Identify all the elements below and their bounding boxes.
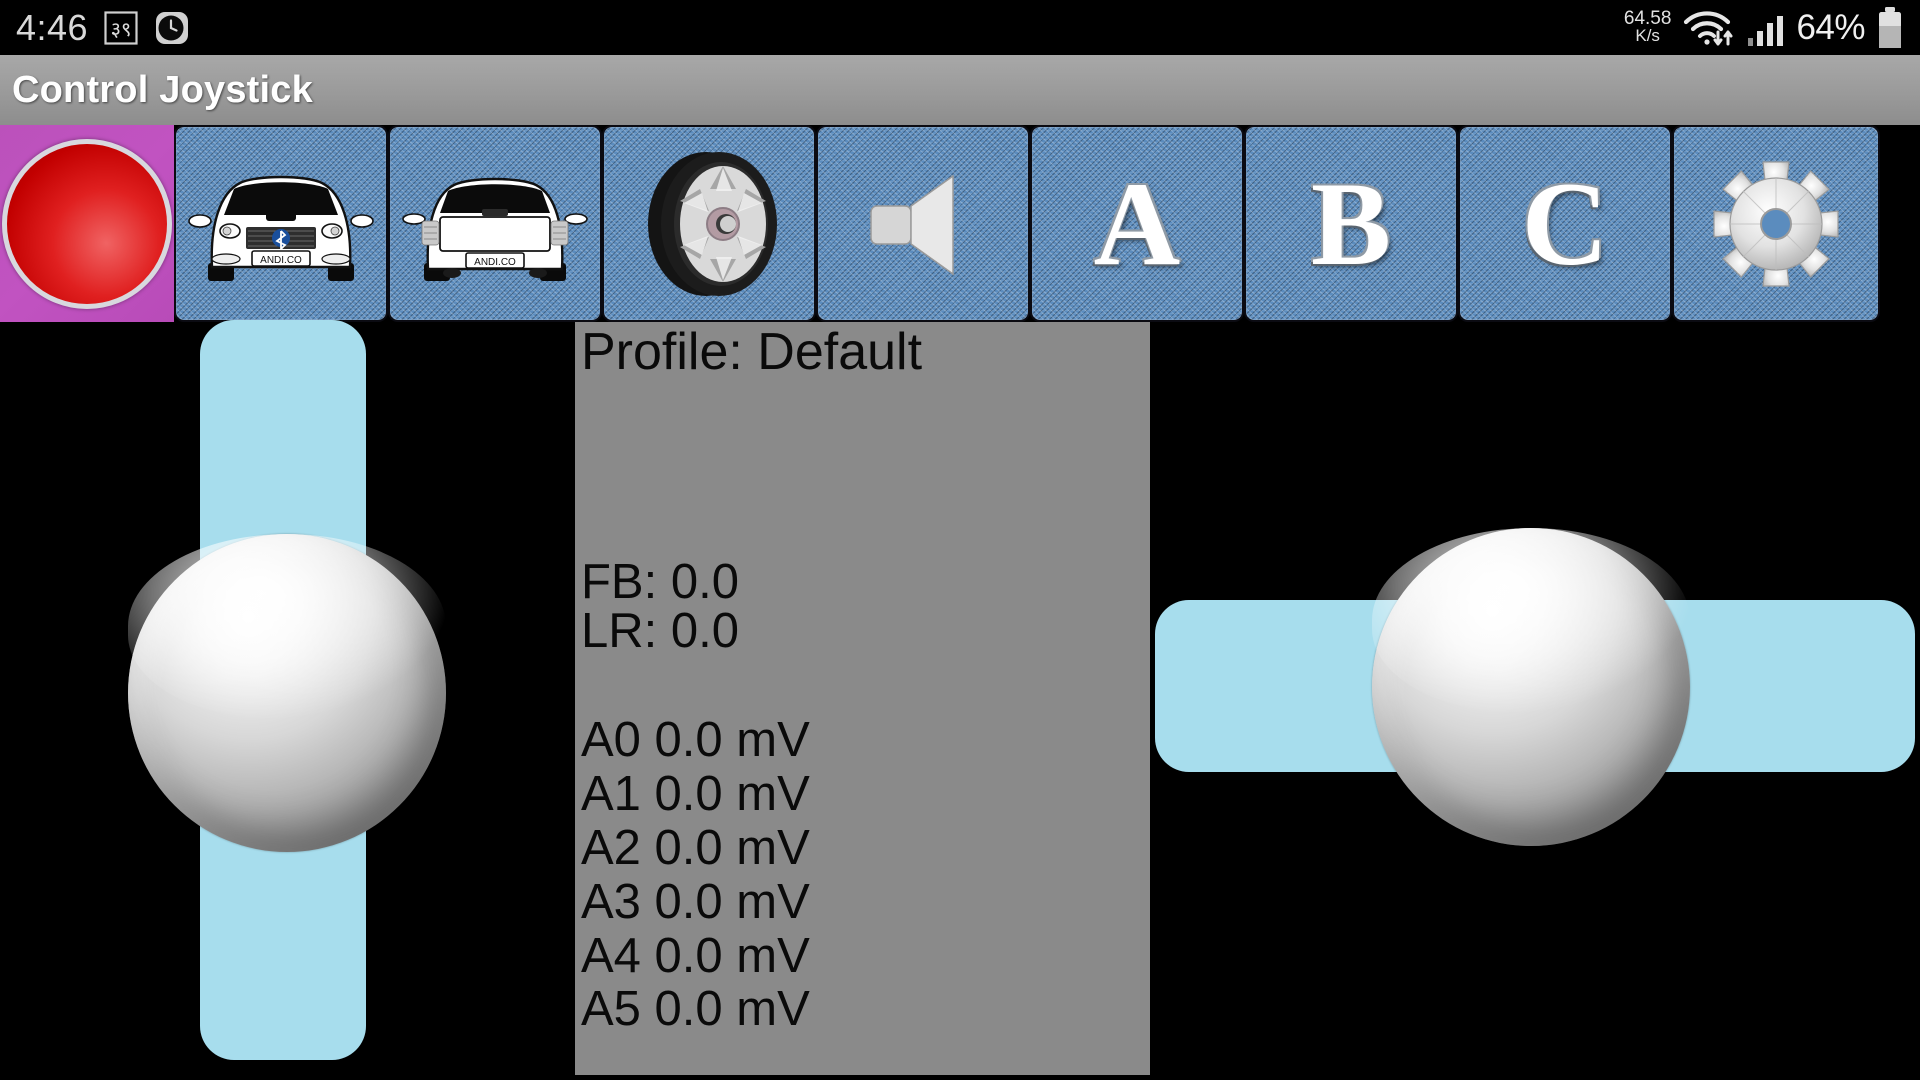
analog-readout-a3: A3 0.0 mV <box>581 874 810 929</box>
throttle-joystick-knob[interactable] <box>128 534 446 852</box>
wifi-icon <box>1682 8 1736 48</box>
clock-alarm-icon <box>154 10 190 46</box>
lr-readout: LR: 0.0 <box>581 604 739 658</box>
settings-button[interactable] <box>1672 125 1880 322</box>
cellular-signal-icon <box>1747 9 1785 47</box>
fb-readout: FB: 0.0 <box>581 555 739 609</box>
car-front-icon: ANDI.CO <box>188 175 374 281</box>
analog-readout-a1: A1 0.0 mV <box>581 766 810 821</box>
button-a[interactable]: A <box>1030 125 1244 322</box>
status-bar-left: 4:46 ३९ <box>16 7 190 49</box>
speaker-icon <box>870 174 954 275</box>
battery-icon <box>1876 6 1904 50</box>
svg-text:ANDI.CO: ANDI.CO <box>474 257 516 268</box>
analog-readout-list: A0 0.0 mV A1 0.0 mV A2 0.0 mV A3 0.0 mV … <box>581 713 1150 1037</box>
button-c-label: C <box>1521 156 1609 290</box>
svg-text:३९: ३९ <box>111 17 132 41</box>
status-bar: 4:46 ३९ 64.58 K/s 64% <box>0 0 1920 55</box>
network-speed-unit: K/s <box>1635 26 1660 46</box>
speaker-button[interactable] <box>816 125 1030 322</box>
analog-readout-a4: A4 0.0 mV <box>581 928 810 983</box>
wheel-icon <box>648 151 777 296</box>
car-rear-button[interactable]: ANDI.CO <box>388 125 602 322</box>
status-bar-right: 64.58 K/s 64% <box>1624 6 1904 50</box>
steering-joystick-knob[interactable] <box>1372 528 1690 846</box>
wheel-button[interactable] <box>602 125 816 322</box>
app-root: 4:46 ३९ 64.58 K/s 64% Control Joystick A… <box>0 0 1920 1080</box>
status-clock: 4:46 <box>16 6 89 48</box>
gear-icon <box>1713 160 1839 287</box>
analog-readout-a0: A0 0.0 mV <box>581 713 810 767</box>
button-b-label: B <box>1310 156 1392 290</box>
car-front-button[interactable]: ANDI.CO <box>174 125 388 322</box>
button-c[interactable]: C <box>1458 125 1672 322</box>
connection-status-indicator[interactable] <box>0 125 174 322</box>
analog-readout-a5: A5 0.0 mV <box>581 982 810 1037</box>
battery-percent: 64% <box>1796 7 1865 47</box>
page-title: Control Joystick <box>12 68 313 111</box>
status-led <box>2 138 172 309</box>
devanagari-badge-icon: ३९ <box>104 10 138 45</box>
telemetry-panel: Profile: Default FB: 0.0 LR: 0.0 A0 0.0 … <box>575 322 1150 1075</box>
analog-readout-a2: A2 0.0 mV <box>581 820 810 875</box>
button-a-label: A <box>1093 156 1181 290</box>
profile-label: Profile: Default <box>581 323 923 381</box>
car-rear-icon: ANDI.CO <box>402 177 588 281</box>
svg-text:ANDI.CO: ANDI.CO <box>260 255 302 266</box>
button-b[interactable]: B <box>1244 125 1458 322</box>
app-title-bar: Control Joystick <box>0 55 1920 125</box>
network-speed: 64.58 K/s <box>1624 9 1672 46</box>
toolbar: ANDI.CO ANDI.CO A B C <box>0 125 1920 322</box>
